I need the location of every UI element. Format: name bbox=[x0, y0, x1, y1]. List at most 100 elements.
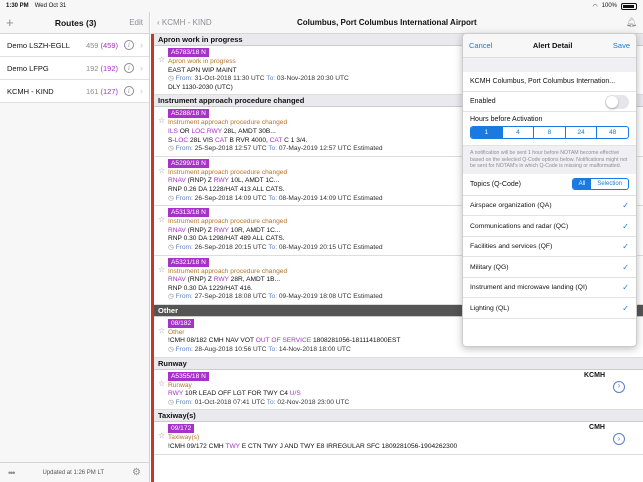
chevron-right-icon: › bbox=[140, 63, 143, 73]
topics-row: Topics (Q-Code) All Selection bbox=[463, 174, 636, 196]
routes-sidebar: + Routes (3) Edit Demo LSZH-EGLL 459 (45… bbox=[0, 12, 150, 482]
route-item[interactable]: Demo LFPG 192 (192) i › bbox=[0, 57, 149, 80]
cancel-button[interactable]: Cancel bbox=[469, 41, 492, 50]
status-time: 1:30 PM bbox=[6, 3, 29, 9]
route-item[interactable]: KCMH - KIND 161 (127) i › bbox=[0, 80, 149, 103]
hours-label: Hours before Activation bbox=[470, 116, 543, 123]
route-name: KCMH - KIND bbox=[7, 86, 54, 96]
topic-item[interactable]: Military (QG) ✓ bbox=[463, 257, 636, 278]
status-date: Wed Oct 31 bbox=[34, 3, 67, 9]
notam-header: ‹ KCMH - KIND Columbus, Port Columbus In… bbox=[151, 12, 643, 34]
star-icon[interactable]: ☆ bbox=[158, 55, 165, 65]
clock-icon: ◷ bbox=[168, 346, 174, 354]
clock-icon: ◷ bbox=[168, 194, 174, 202]
star-icon[interactable]: ☆ bbox=[158, 117, 165, 126]
routes-footer: ••• Updated at 1:26 PM LT ⚙ bbox=[0, 462, 149, 482]
topic-item[interactable]: Lighting (QL) ✓ bbox=[463, 298, 636, 319]
back-button[interactable]: ‹ KCMH - KIND bbox=[157, 18, 297, 27]
hours-option[interactable]: 8 bbox=[533, 127, 565, 138]
popover-title: Alert Detail bbox=[532, 41, 573, 50]
airport-row: KCMH Columbus, Port Columbus Internation… bbox=[463, 72, 636, 92]
clock-icon: ◷ bbox=[168, 243, 174, 251]
star-icon[interactable]: ☆ bbox=[158, 265, 165, 275]
notam-period: ◷ From: 01-Oct-2018 07:41 UTC To: 02-Nov… bbox=[168, 398, 350, 406]
checkmark-icon: ✓ bbox=[622, 283, 629, 293]
checkmark-icon: ✓ bbox=[622, 303, 629, 313]
list-item[interactable]: ☆ CMH › 09/172 Taxiway(s) !CMH 09/172 CM… bbox=[154, 422, 643, 455]
topic-item[interactable]: Airspace organization (QA) ✓ bbox=[463, 196, 636, 217]
route-item[interactable]: Demo LSZH-EGLL 459 (459) i › bbox=[0, 34, 149, 57]
notam-id: A5299/18 N bbox=[168, 158, 209, 168]
edit-button[interactable]: Edit bbox=[129, 18, 143, 27]
notam-id: A5783/18 N bbox=[168, 48, 209, 57]
topics-label: Topics (Q-Code) bbox=[470, 180, 521, 188]
routes-header: + Routes (3) Edit bbox=[0, 12, 149, 34]
star-icon[interactable]: ☆ bbox=[158, 379, 165, 389]
airport-code: CMH bbox=[589, 424, 605, 432]
alert-detail-popover: Cancel Alert Detail Save KCMH Columbus, … bbox=[462, 33, 637, 347]
notam-id: 09/172 bbox=[168, 424, 195, 434]
hours-option[interactable]: 1 bbox=[471, 127, 502, 138]
enabled-toggle[interactable] bbox=[605, 94, 629, 109]
enabled-row: Enabled bbox=[463, 92, 636, 112]
bell-icon[interactable]: 🔔︎ bbox=[626, 17, 637, 28]
info-icon[interactable]: i bbox=[124, 63, 134, 73]
chevron-right-icon[interactable]: › bbox=[613, 380, 625, 393]
notam-id: 08/182 bbox=[168, 318, 195, 328]
section-header: Runway bbox=[154, 357, 643, 370]
route-count: 192 bbox=[85, 63, 99, 73]
notam-id: A5355/18 N bbox=[168, 371, 209, 381]
route-new-count: (127) bbox=[100, 86, 118, 96]
route-new-count: (192) bbox=[100, 63, 118, 73]
page-title: Columbus, Port Columbus International Ai… bbox=[297, 18, 477, 27]
clock-icon: ◷ bbox=[168, 293, 174, 301]
hours-option[interactable]: 24 bbox=[564, 127, 597, 138]
checkmark-icon: ✓ bbox=[622, 201, 629, 211]
chevron-right-icon: › bbox=[140, 40, 143, 50]
checkmark-icon: ✓ bbox=[622, 242, 629, 252]
notam-text: RWY 10R LEAD OFF LGT FOR TWY C4 U/S bbox=[168, 390, 301, 398]
hours-row: Hours before Activation 1 4 8 24 48 bbox=[463, 112, 636, 146]
topic-item[interactable]: Communications and radar (QC) ✓ bbox=[463, 216, 636, 237]
notam-period: ◷ From: 28-Aug-2018 10:56 UTC To: 14-Nov… bbox=[168, 346, 351, 354]
notam-id: A5321/18 N bbox=[168, 257, 209, 267]
routes-title: Routes (3) bbox=[54, 17, 97, 28]
back-label: KCMH - KIND bbox=[161, 18, 212, 27]
list-item[interactable]: ☆ KCMH › A5355/18 N Runway RWY 10R LEAD … bbox=[154, 370, 643, 411]
airport-code: KCMH bbox=[584, 371, 605, 379]
route-name: Demo LSZH-EGLL bbox=[7, 40, 70, 50]
selection-option[interactable]: Selection bbox=[591, 179, 628, 189]
hours-segmented-control: 1 4 8 24 48 bbox=[470, 126, 629, 139]
info-icon[interactable]: i bbox=[124, 40, 134, 50]
clock-icon: ◷ bbox=[168, 75, 174, 83]
hours-option[interactable]: 4 bbox=[501, 127, 534, 138]
battery-icon bbox=[621, 2, 637, 10]
hours-option[interactable]: 48 bbox=[596, 127, 628, 138]
status-bar: 1:30 PM Wed Oct 31 ◠ 100% bbox=[0, 0, 643, 12]
notam-category: Taxiway(s) bbox=[168, 434, 200, 442]
gear-icon[interactable]: ⚙ bbox=[132, 467, 141, 478]
topic-item[interactable]: Facilities and services (QF) ✓ bbox=[463, 237, 636, 258]
star-icon[interactable]: ☆ bbox=[158, 326, 165, 336]
add-route-button[interactable]: + bbox=[6, 15, 22, 30]
chevron-right-icon: › bbox=[140, 86, 143, 96]
star-icon[interactable]: ☆ bbox=[158, 432, 165, 441]
section-header: Taxiway(s) bbox=[154, 410, 643, 423]
info-icon[interactable]: i bbox=[124, 86, 134, 96]
checkmark-icon: ✓ bbox=[622, 262, 629, 272]
save-button[interactable]: Save bbox=[613, 41, 630, 50]
star-icon[interactable]: ☆ bbox=[158, 216, 165, 225]
route-count: 161 bbox=[85, 86, 99, 96]
route-name: Demo LFPG bbox=[7, 63, 49, 73]
clock-icon: ◷ bbox=[168, 398, 174, 406]
topic-item[interactable]: Instrument and microwave landing (QI) ✓ bbox=[463, 278, 636, 299]
notification-note: A notification will be sent 1 hour befor… bbox=[463, 146, 636, 174]
star-icon[interactable]: ☆ bbox=[158, 166, 165, 176]
notam-id: A5313/18 N bbox=[168, 208, 209, 218]
updated-label: Updated at 1:26 PM LT bbox=[42, 469, 105, 476]
all-option[interactable]: All bbox=[572, 179, 592, 190]
route-count: 459 bbox=[85, 40, 99, 50]
enabled-label: Enabled bbox=[470, 98, 496, 105]
route-new-count: (459) bbox=[100, 40, 118, 50]
clock-icon: ◷ bbox=[168, 145, 174, 153]
